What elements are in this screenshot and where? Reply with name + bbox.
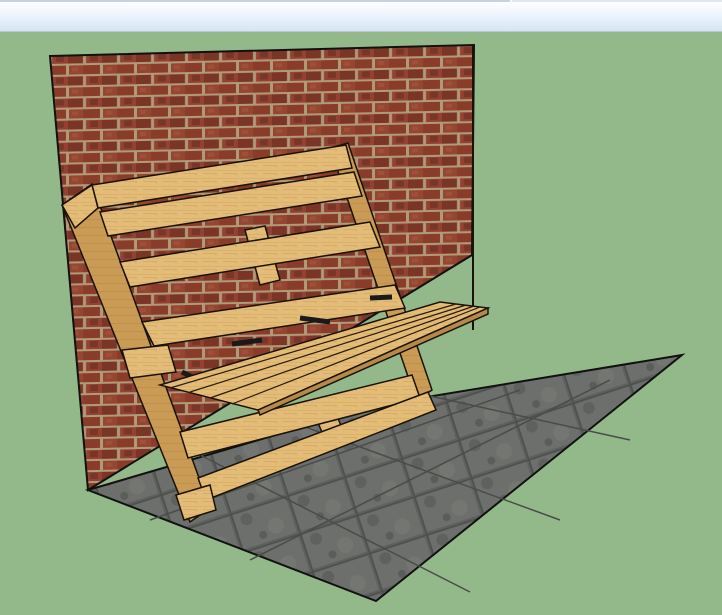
3d-viewport[interactable] xyxy=(0,32,722,615)
scene-canvas[interactable] xyxy=(0,0,722,615)
sketchup-window xyxy=(0,0,722,615)
